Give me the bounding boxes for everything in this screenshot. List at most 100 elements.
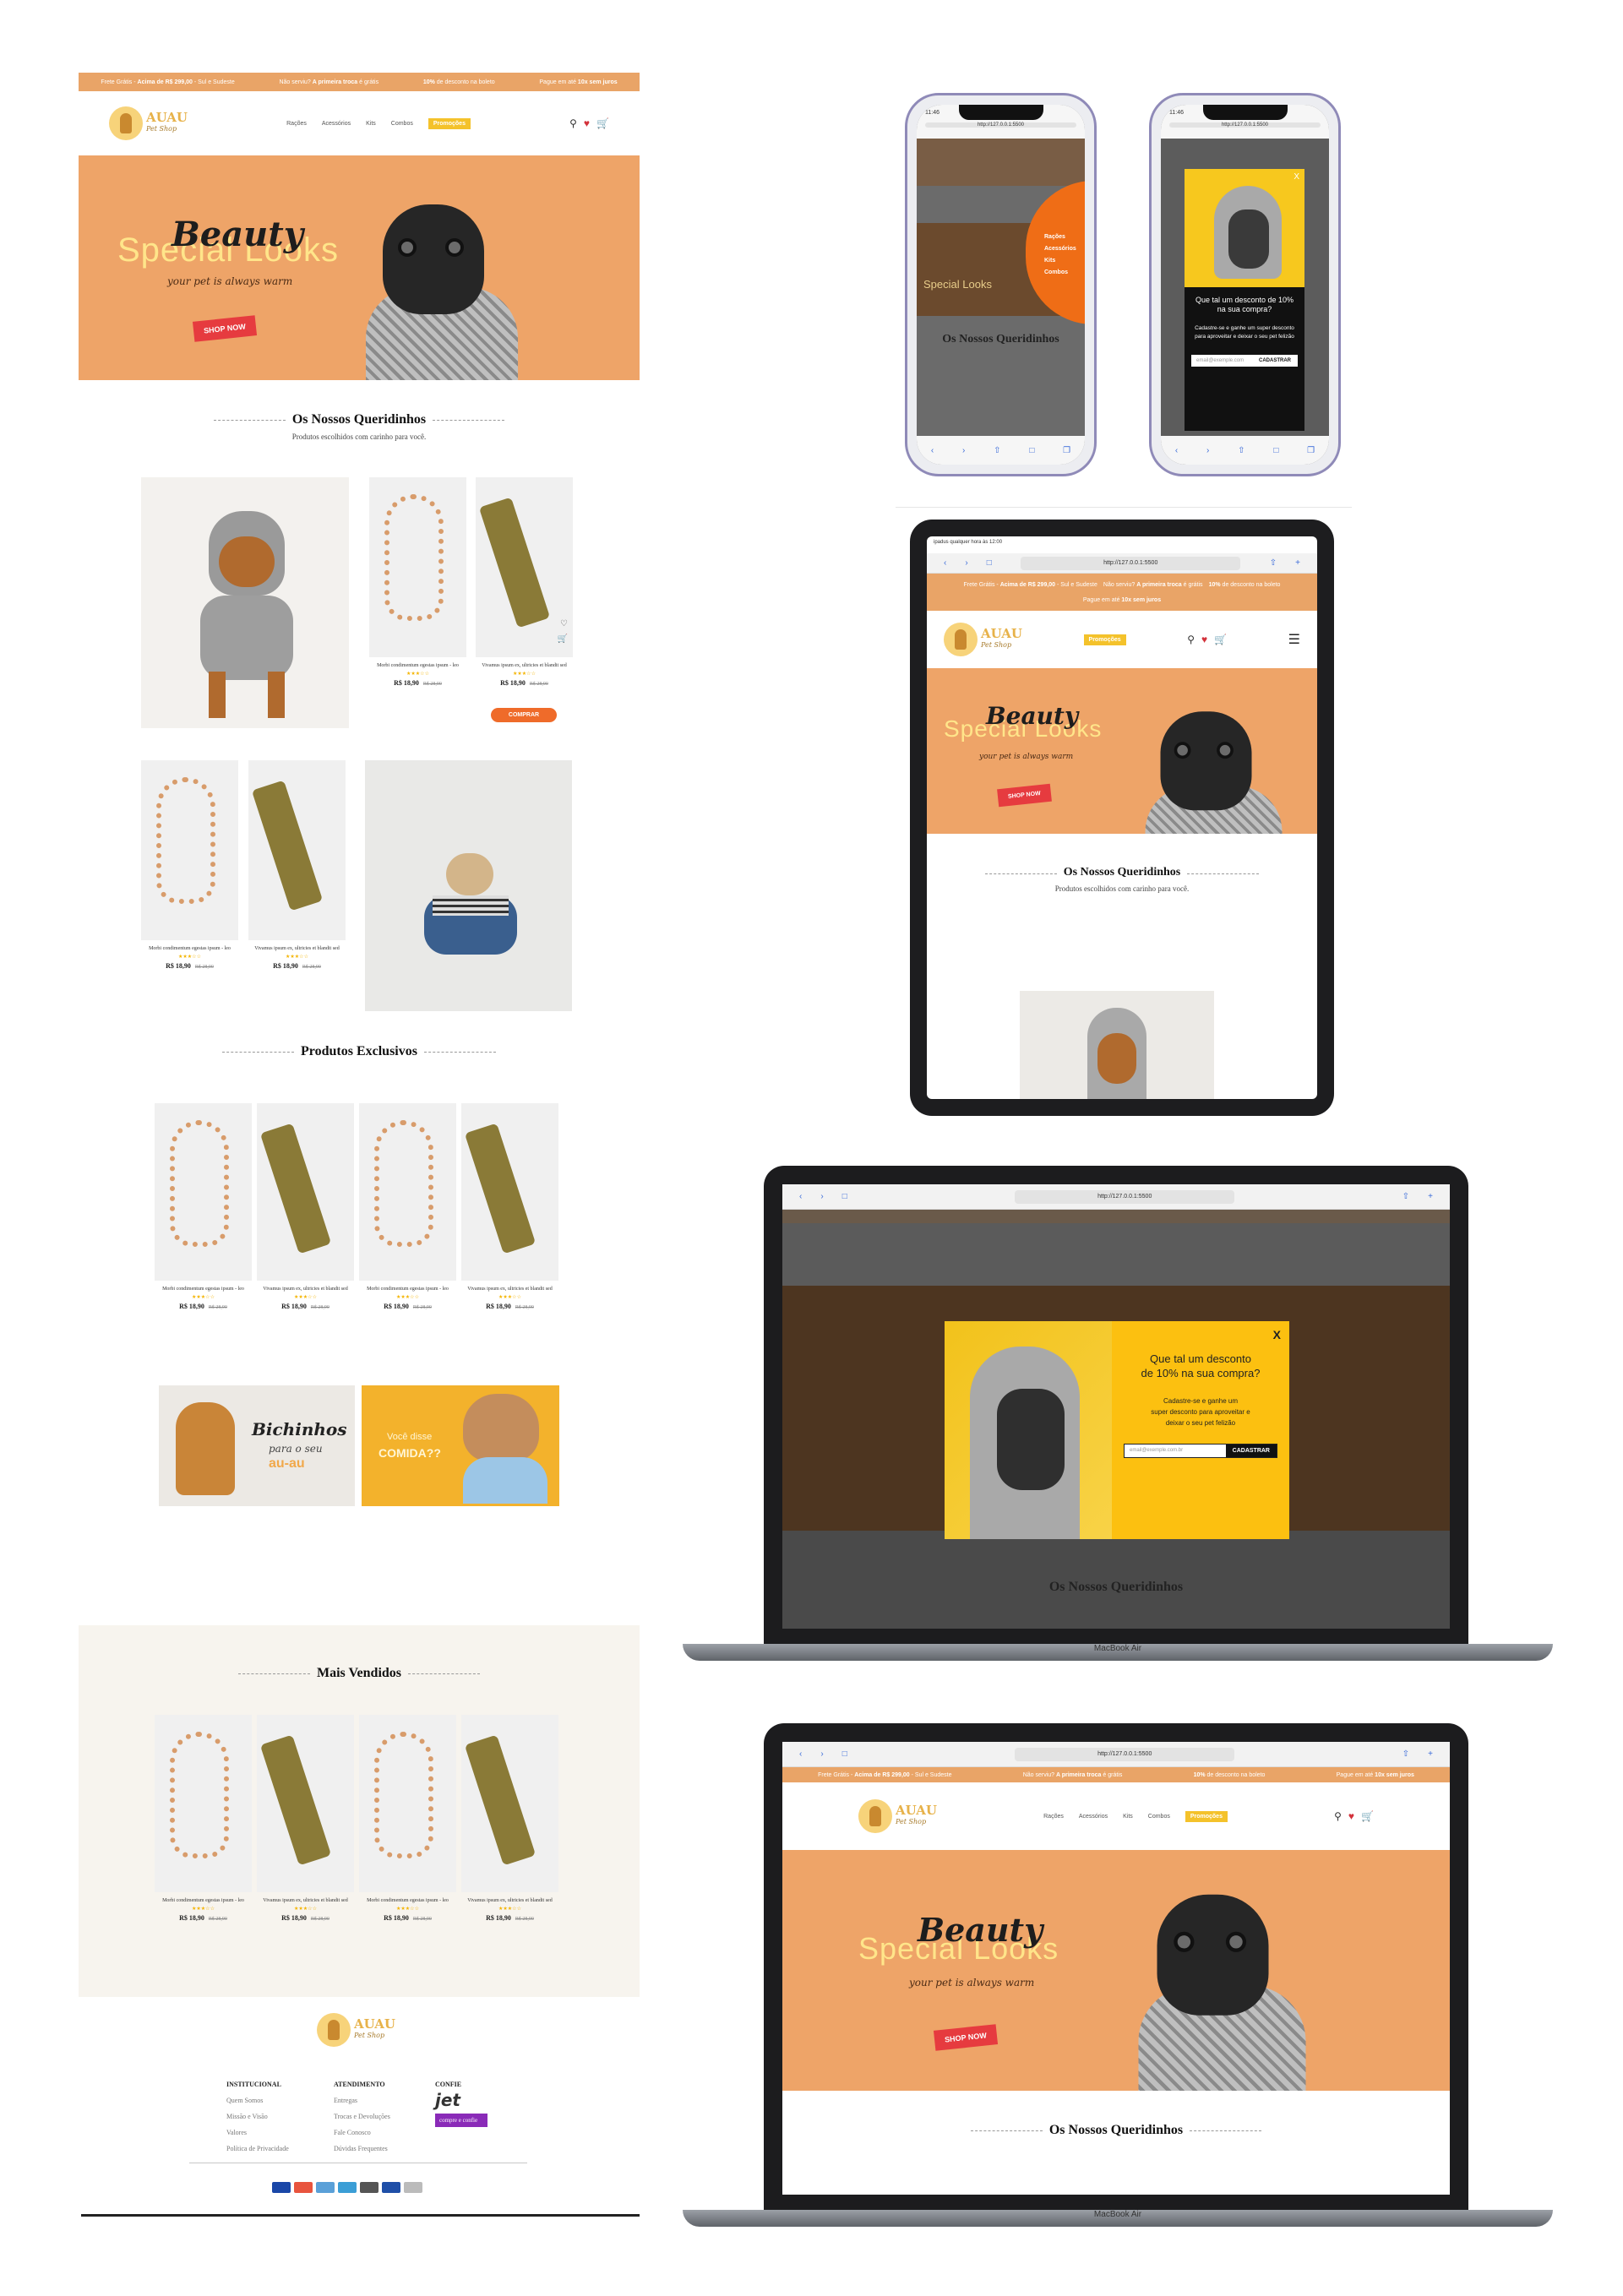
nav-item-acessorios[interactable]: Acessórios xyxy=(1079,1814,1108,1820)
cart-icon[interactable]: 🛒 xyxy=(1361,1810,1374,1822)
bookmarks-icon[interactable]: □ xyxy=(1273,446,1278,455)
nav-item-acessorios[interactable]: Acessórios xyxy=(322,121,351,127)
book-icon[interactable]: □ xyxy=(842,1749,847,1759)
popup-email-input[interactable]: email@exemple.com xyxy=(1191,355,1252,367)
cart-icon[interactable]: 🛒 xyxy=(596,117,609,129)
menu-item-racoes[interactable]: Rações xyxy=(1044,231,1076,243)
popup-email-input[interactable]: email@exemple.com.br xyxy=(1125,1445,1226,1457)
bookmarks-icon[interactable]: □ xyxy=(1029,446,1034,455)
nav-promo-button[interactable]: Promoções xyxy=(1083,634,1126,645)
forward-icon[interactable]: › xyxy=(965,558,967,568)
close-icon[interactable]: X xyxy=(1293,172,1299,182)
product-card[interactable]: Morbi condimentum egestas ipsum - leo ★★… xyxy=(141,760,238,970)
menu-item-acessorios[interactable]: Acessórios xyxy=(1044,243,1076,255)
laptop-url-bar[interactable]: http://127.0.0.1:5500 xyxy=(1015,1189,1235,1204)
search-icon[interactable]: ⚲ xyxy=(1334,1810,1342,1822)
nav-item-combos[interactable]: Combos xyxy=(391,121,413,127)
product-card[interactable]: Vivamus ipsum ex, ultricies et blandit s… xyxy=(248,760,346,970)
share-icon[interactable]: ⇧ xyxy=(1402,1749,1409,1759)
nav-item-racoes[interactable]: Rações xyxy=(1043,1814,1064,1820)
book-icon[interactable]: □ xyxy=(987,558,992,568)
nav-promo-button[interactable]: Promoções xyxy=(1185,1810,1228,1822)
forward-icon[interactable]: › xyxy=(820,1192,823,1201)
share-icon[interactable]: ⇧ xyxy=(1402,1192,1409,1201)
search-icon[interactable]: ⚲ xyxy=(569,117,577,129)
forward-icon[interactable]: › xyxy=(1206,446,1209,455)
product-card[interactable]: Vivamus ipsum ex, ultricies et blandit s… xyxy=(257,1715,354,1922)
back-icon[interactable]: ‹ xyxy=(931,446,934,455)
back-icon[interactable]: ‹ xyxy=(944,558,946,568)
product-card[interactable]: Vivamus ipsum ex, ultricies et blandit s… xyxy=(461,1103,558,1310)
add-tab-icon[interactable]: + xyxy=(1295,558,1300,568)
hero-shop-button[interactable]: SHOP NOW xyxy=(933,2024,998,2051)
jet-badge[interactable]: jet xyxy=(435,2092,487,2108)
footer-link[interactable]: Valores xyxy=(226,2125,289,2141)
hero-shop-button[interactable]: SHOP NOW xyxy=(997,783,1052,808)
nav-item-racoes[interactable]: Rações xyxy=(286,121,307,127)
product-rating: ★★★☆☆ xyxy=(396,1295,419,1300)
search-icon[interactable]: ⚲ xyxy=(1187,634,1195,645)
product-card[interactable]: Morbi condimentum egestas ipsum - leo ★★★… xyxy=(359,1715,456,1922)
toys-banner[interactable]: Bichinhos para o seu au-au xyxy=(159,1385,355,1506)
footer-link[interactable]: Quem Somos xyxy=(226,2092,289,2108)
tabs-icon[interactable]: ❐ xyxy=(1307,446,1315,455)
nav-item-kits[interactable]: Kits xyxy=(366,121,376,127)
tablet-url-bar[interactable]: http://127.0.0.1:5500 xyxy=(1021,556,1241,570)
menu-item-combos[interactable]: Combos xyxy=(1044,267,1076,279)
phone-url-bar[interactable]: http://127.0.0.1:5500 xyxy=(1169,122,1321,128)
close-icon[interactable]: X xyxy=(1273,1328,1281,1341)
site-logo[interactable]: AUAU Pet Shop xyxy=(944,623,1022,656)
share-icon[interactable]: ⇧ xyxy=(1270,558,1277,568)
hero-shop-button[interactable]: SHOP NOW xyxy=(192,315,257,342)
heart-icon[interactable]: ♥ xyxy=(1201,634,1207,645)
footer-link[interactable]: Política de Privacidade xyxy=(226,2141,289,2157)
back-icon[interactable]: ‹ xyxy=(799,1749,802,1759)
product-name: Vivamus ipsum ex, ultricies et blandit s… xyxy=(467,1287,553,1292)
pug-clothes-photo[interactable] xyxy=(365,760,572,1011)
product-card[interactable]: Vivamus ipsum ex, ultricies et blandit s… xyxy=(461,1715,558,1922)
site-logo[interactable]: AUAU Pet Shop xyxy=(109,106,188,140)
share-icon[interactable]: ⇧ xyxy=(994,446,1000,455)
nav-item-kits[interactable]: Kits xyxy=(1123,1814,1133,1820)
product-card[interactable]: ♡ 🛒 Vivamus ipsum ex, ultricies et bland… xyxy=(476,477,573,687)
add-tab-icon[interactable]: + xyxy=(1428,1192,1433,1201)
tabs-icon[interactable]: ❐ xyxy=(1063,446,1070,455)
footer-link[interactable]: Entregas xyxy=(334,2092,390,2108)
back-icon[interactable]: ‹ xyxy=(1175,446,1178,455)
heart-outline-icon[interactable]: ♡ xyxy=(560,619,568,628)
product-card[interactable]: Morbi condimentum egestas ipsum - leo ★★★… xyxy=(155,1715,252,1922)
popup-submit-button[interactable]: CADASTRAR xyxy=(1252,355,1298,367)
favorite-dog-photo[interactable] xyxy=(141,477,349,728)
footer-logo[interactable]: AUAU Pet Shop xyxy=(317,2013,395,2047)
forward-icon[interactable]: › xyxy=(962,446,965,455)
share-icon[interactable]: ⇧ xyxy=(1238,446,1244,455)
hamburger-menu-icon[interactable]: ☰ xyxy=(1288,631,1300,648)
footer-link[interactable]: Missão e Visão xyxy=(226,2108,289,2125)
heart-icon[interactable]: ♥ xyxy=(1348,1810,1354,1822)
compre-confie-badge[interactable]: compre e confie xyxy=(435,2114,487,2127)
laptop-url-bar[interactable]: http://127.0.0.1:5500 xyxy=(1015,1747,1235,1761)
nav-promo-button[interactable]: Promoções xyxy=(428,117,471,129)
heart-icon[interactable]: ♥ xyxy=(584,117,590,129)
product-card[interactable]: Morbi condimentum egestas ipsum - leo ★★★… xyxy=(155,1103,252,1310)
product-card[interactable]: Morbi condimentum egestas ipsum - leo ★★★… xyxy=(359,1103,456,1310)
add-tab-icon[interactable]: + xyxy=(1428,1749,1433,1759)
cart-icon[interactable]: 🛒 xyxy=(1214,634,1227,645)
back-icon[interactable]: ‹ xyxy=(799,1192,802,1201)
nav-item-combos[interactable]: Combos xyxy=(1148,1814,1170,1820)
popup-submit-button[interactable]: CADASTRAR xyxy=(1225,1445,1277,1457)
product-card[interactable]: Vivamus ipsum ex, ultricies et blandit s… xyxy=(257,1103,354,1310)
menu-item-kits[interactable]: Kits xyxy=(1044,255,1076,267)
forward-icon[interactable]: › xyxy=(820,1749,823,1759)
book-icon[interactable]: □ xyxy=(842,1192,847,1201)
cart-icon[interactable]: 🛒 xyxy=(558,634,568,644)
footer-link[interactable]: Dúvidas Frequentes xyxy=(334,2141,390,2157)
product-card[interactable]: Morbi condimentum egestas ipsum - leo ★★… xyxy=(369,477,466,687)
site-logo[interactable]: AUAU Pet Shop xyxy=(858,1799,937,1833)
footer-link[interactable]: Trocas e Devoluções xyxy=(334,2108,390,2125)
footer-link[interactable]: Fale Conosco xyxy=(334,2125,390,2141)
banner-highlight: COMIDA?? xyxy=(379,1446,441,1460)
buy-button[interactable]: COMPRAR xyxy=(491,708,557,722)
phone-url-bar[interactable]: http://127.0.0.1:5500 xyxy=(925,122,1076,128)
food-banner[interactable]: Você disse COMIDA?? xyxy=(362,1385,559,1506)
